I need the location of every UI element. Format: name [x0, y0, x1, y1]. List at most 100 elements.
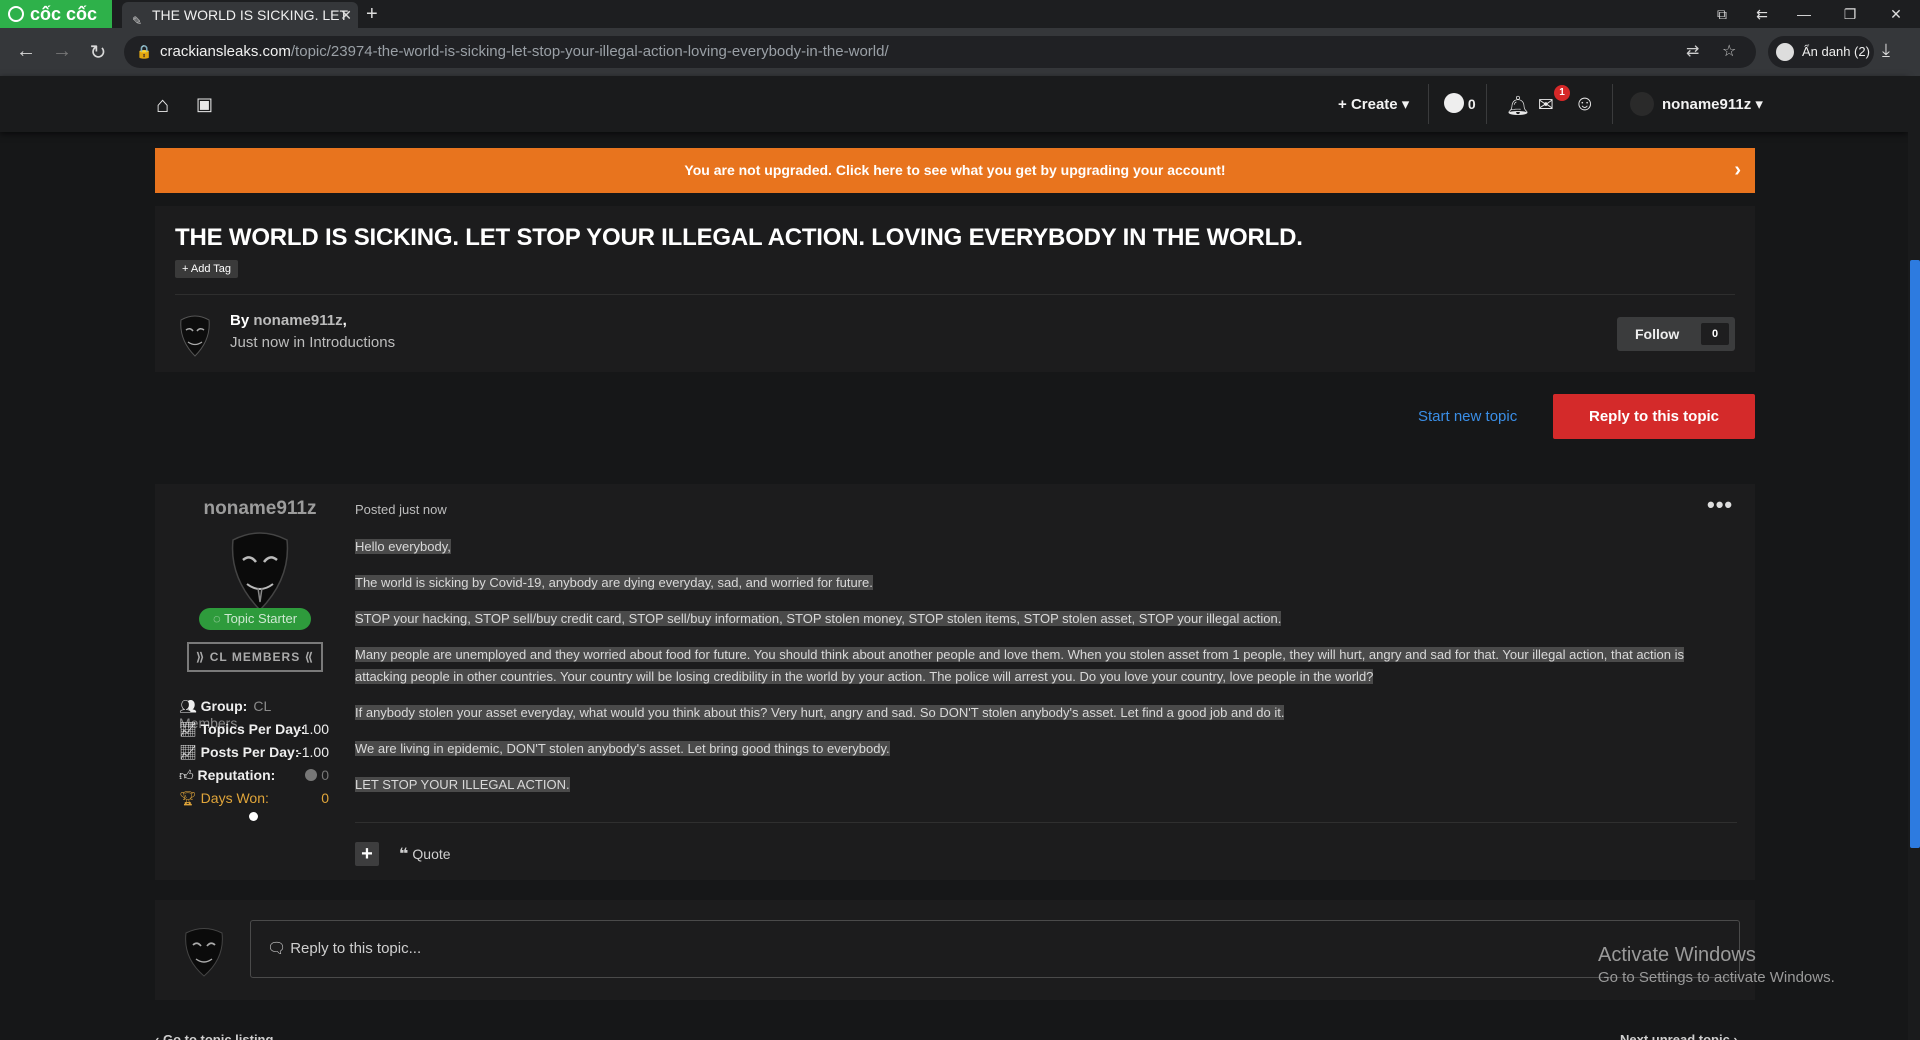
reply-to-topic-button[interactable]: Reply to this topic: [1553, 394, 1755, 439]
address-bar-row: ← → ↻ 🔒 crackiansleaks.com/topic/23974-t…: [0, 28, 1920, 76]
translate-icon[interactable]: ⇄: [1686, 36, 1699, 68]
follow-label: Follow: [1635, 326, 1680, 342]
browser-tab-bar: cốc cốc ✎ THE WORLD IS SICKING. LET ✕ + …: [0, 0, 1920, 28]
quote-button[interactable]: ❝ Quote: [399, 844, 451, 864]
close-window-icon[interactable]: ✕: [1874, 0, 1918, 28]
reload-icon[interactable]: ↻: [86, 40, 110, 65]
next-unread-topic-link[interactable]: Next unread topic ›: [1620, 1032, 1738, 1040]
more-options-icon[interactable]: •••: [1707, 492, 1733, 518]
url-path: /topic/23974-the-world-is-sicking-let-st…: [290, 43, 889, 60]
author-avatar-mask-icon[interactable]: [177, 314, 213, 358]
activation-line-1: Activate Windows: [1598, 944, 1756, 966]
back-arrow-icon[interactable]: ←: [14, 40, 38, 63]
create-menu[interactable]: + Create ▾: [1338, 95, 1409, 113]
browser-tab[interactable]: ✎ THE WORLD IS SICKING. LET ✕: [122, 2, 358, 28]
quote-label: Quote: [412, 846, 451, 862]
online-status-dot: [249, 812, 258, 821]
post-author-mask-icon[interactable]: [225, 530, 295, 612]
browser-logo[interactable]: cốc cốc: [0, 0, 112, 28]
site-header: ⌂ ▣ + Create ▾ 0 🔔︎ ✉ 1 ☺ noname911z ▾: [0, 76, 1908, 132]
post-paragraph-text: LET STOP YOUR ILLEGAL ACTION.: [355, 777, 570, 792]
tab-favicon-icon: ✎: [132, 14, 143, 28]
rep-dot-icon: [305, 769, 318, 781]
post-paragraph: If anybody stolen your asset everyday, w…: [355, 702, 1735, 724]
gallery-icon[interactable]: ▣: [196, 94, 213, 115]
browser-logo-text: cốc cốc: [30, 4, 98, 24]
user-avatar[interactable]: [1630, 92, 1654, 116]
back-history-icon[interactable]: ⇇: [1740, 0, 1784, 28]
topic-title: THE WORLD IS SICKING. LET STOP YOUR ILLE…: [175, 224, 1303, 251]
new-tab-icon[interactable]: +: [366, 0, 378, 28]
by-label: By: [230, 312, 250, 329]
reply-input[interactable]: 🗨︎ Reply to this topic...: [250, 920, 1740, 978]
stat-reputation: 👍︎ Reputation: 0: [179, 767, 329, 784]
minimize-icon[interactable]: —: [1782, 0, 1826, 28]
user-menu[interactable]: noname911z ▾: [1662, 95, 1763, 113]
post-paragraph-text: If anybody stolen your asset everyday, w…: [355, 705, 1285, 720]
incognito-profile[interactable]: Ẩn danh (2): [1768, 36, 1874, 68]
stat-topics-value: -1.00: [297, 721, 329, 737]
stat-rep-value: 0: [305, 767, 329, 783]
add-tag-label: Add Tag: [190, 263, 232, 275]
incognito-label: Ẩn danh (2): [1802, 44, 1870, 59]
go-to-topic-listing-link[interactable]: ‹ Go to topic listing: [155, 1032, 273, 1040]
quick-reply: 🗨︎ Reply to this topic...: [155, 900, 1755, 1000]
points-icon: [1444, 93, 1464, 113]
bookmark-star-icon[interactable]: ☆: [1722, 36, 1736, 68]
post-body: Hello everybody, The world is sicking by…: [355, 536, 1735, 810]
chart-icon: 📈︎: [179, 744, 201, 760]
reply-placeholder: Reply to this topic...: [290, 940, 422, 957]
add-tag-button[interactable]: + Add Tag: [175, 260, 239, 278]
topic-when: Just now in Introductions: [230, 334, 396, 351]
stat-topics-per-day: 📈︎ Topics Per Day: -1.00: [179, 721, 329, 738]
smiley-icon[interactable]: ☺: [1574, 92, 1595, 116]
divider: [355, 822, 1737, 823]
scrollbar-thumb[interactable]: [1910, 260, 1920, 848]
divider: [175, 294, 1735, 295]
url-field[interactable]: 🔒 crackiansleaks.com/topic/23974-the-wor…: [124, 36, 1756, 68]
upgrade-banner[interactable]: You are not upgraded. Click here to see …: [155, 148, 1755, 193]
members-badge: ⟫ CL MEMBERS ⟪: [187, 642, 323, 672]
upgrade-banner-text: You are not upgraded. Click here to see …: [684, 162, 1226, 178]
topic-header: THE WORLD IS SICKING. LET STOP YOUR ILLE…: [155, 206, 1755, 372]
stat-posts-label: Posts Per Day:: [200, 744, 300, 760]
stat-rep-number: 0: [321, 767, 329, 783]
post-paragraph: Many people are unemployed and they worr…: [355, 644, 1735, 688]
start-new-topic-link[interactable]: Start new topic: [1418, 408, 1517, 425]
follow-button[interactable]: Follow 0: [1617, 317, 1735, 351]
post-date[interactable]: Posted just now: [355, 502, 447, 517]
forward-arrow-icon[interactable]: →: [50, 40, 74, 63]
stat-days-won: 🏆︎ Days Won: 0: [179, 790, 329, 807]
tab-search-icon[interactable]: ⧉: [1700, 0, 1744, 28]
points-counter[interactable]: 0: [1444, 93, 1476, 113]
user-name: noname911z: [1662, 96, 1752, 113]
download-icon[interactable]: ⤓: [1882, 40, 1890, 61]
header-divider: [1428, 84, 1429, 124]
post-author-name[interactable]: noname911z: [199, 498, 321, 520]
post-paragraph-text: The world is sicking by Covid-19, anybod…: [355, 575, 873, 590]
topic-byline: By noname911z,: [230, 312, 347, 329]
bell-icon[interactable]: 🔔︎: [1506, 94, 1530, 118]
post-paragraph: Hello everybody,: [355, 536, 1735, 558]
coccoc-leaf-icon: [8, 6, 24, 22]
reply-avatar-mask-icon: [185, 928, 223, 977]
home-icon[interactable]: ⌂: [156, 92, 169, 118]
stat-posts-value: -1.00: [297, 744, 329, 760]
post-card: noname911z ◌ Topic Starter ⟫ CL MEMBERS …: [155, 484, 1755, 880]
header-divider: [1612, 84, 1613, 124]
comment-icon: 🗨︎: [267, 940, 291, 957]
topic-author-link[interactable]: noname911z: [253, 312, 342, 329]
multiquote-plus-button[interactable]: +: [355, 842, 379, 866]
header-divider: [1486, 84, 1487, 124]
quote-icon: ❝: [399, 846, 409, 863]
restore-icon[interactable]: ❐: [1828, 0, 1872, 28]
prev-link-label: Go to topic listing: [162, 1032, 274, 1040]
tab-close-icon[interactable]: ✕: [340, 2, 352, 28]
thumbs-up-icon: 👍︎: [179, 767, 198, 783]
points-value: 0: [1467, 96, 1476, 112]
post-paragraph-text: Hello everybody,: [355, 539, 451, 554]
envelope-icon[interactable]: ✉: [1538, 94, 1554, 117]
stat-posts-per-day: 📈︎ Posts Per Day: -1.00: [179, 744, 329, 761]
activation-line-2: Go to Settings to activate Windows.: [1598, 969, 1835, 986]
trophy-icon: 🏆︎: [179, 790, 201, 806]
